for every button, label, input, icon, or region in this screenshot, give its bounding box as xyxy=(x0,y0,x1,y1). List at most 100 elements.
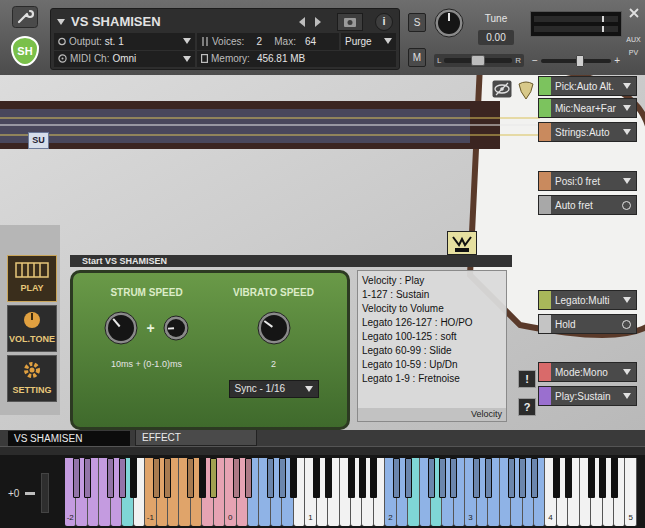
info-button[interactable]: i xyxy=(375,13,393,31)
piano-key[interactable] xyxy=(473,458,480,498)
help-button[interactable]: ! xyxy=(518,370,536,388)
piano-key[interactable] xyxy=(348,458,355,498)
piano-key[interactable] xyxy=(370,458,377,498)
piano-key[interactable] xyxy=(164,458,171,498)
strum-knob[interactable] xyxy=(104,311,138,345)
piano-key[interactable] xyxy=(187,458,194,498)
piano-key[interactable] xyxy=(565,458,572,498)
piano-key[interactable] xyxy=(393,458,400,498)
sync-dropdown[interactable]: Sync - 1/16 xyxy=(229,380,319,398)
piano-key[interactable] xyxy=(267,458,274,498)
dropdown-arrow-icon[interactable] xyxy=(183,38,191,44)
piano-key[interactable] xyxy=(279,458,286,498)
piano-key[interactable] xyxy=(611,458,618,498)
toggle-button[interactable]: Auto fret xyxy=(538,195,637,215)
piano-key[interactable] xyxy=(588,458,595,498)
strum-knobs: + xyxy=(104,310,188,346)
volume-thumb[interactable] xyxy=(576,55,584,67)
piano-key[interactable] xyxy=(428,458,435,498)
dropdown-arrow-icon[interactable] xyxy=(384,38,392,44)
pick-icon xyxy=(516,80,536,100)
midi-channel-field[interactable]: MIDI Ch:Omni xyxy=(54,51,195,67)
piano-key[interactable] xyxy=(485,458,492,498)
meter-peak xyxy=(602,26,604,32)
piano-key[interactable] xyxy=(245,458,252,498)
piano-key[interactable] xyxy=(73,458,80,498)
piano-key[interactable] xyxy=(199,458,206,498)
toggle-button[interactable]: Hold xyxy=(538,314,637,334)
piano-key[interactable] xyxy=(107,458,114,498)
volume-slider[interactable]: −+ xyxy=(530,55,622,67)
dropdown-button[interactable]: Play:Sustain xyxy=(538,386,637,406)
info-line: Legato 1-9 : Fretnoise xyxy=(362,372,502,386)
purge-menu[interactable]: Purge xyxy=(341,33,396,49)
transpose-value[interactable]: +0 xyxy=(8,486,19,501)
panel-tab[interactable]: SETTING xyxy=(7,355,57,402)
dropdown-button[interactable]: Legato:Multi xyxy=(538,290,637,310)
tune-value[interactable]: 0.00 xyxy=(478,30,513,45)
su-badge: SU xyxy=(28,132,49,149)
mod-wheel[interactable] xyxy=(41,473,49,513)
snapshot-camera-icon[interactable] xyxy=(337,13,363,31)
dropdown-button[interactable]: Pick:Auto Alt. xyxy=(538,76,637,96)
pan-slider[interactable]: LR xyxy=(434,54,524,67)
prev-next-icon[interactable] xyxy=(299,17,321,27)
help-button[interactable]: ? xyxy=(518,398,536,416)
close-icon[interactable] xyxy=(629,8,639,18)
bottom-tab-label: EFFECT xyxy=(142,430,181,445)
dropdown-button[interactable]: Mode:Mono xyxy=(538,362,637,382)
piano-key[interactable] xyxy=(233,458,240,498)
piano-key[interactable] xyxy=(130,458,137,498)
pan-thumb[interactable] xyxy=(471,55,485,66)
tune-label: Tune xyxy=(485,11,507,26)
effect-pedal: STRUM SPEED+10ms + (0-1.0)msVIBRATO SPEE… xyxy=(70,270,350,430)
piano-key[interactable] xyxy=(84,458,91,498)
aux-button[interactable]: AUX xyxy=(626,36,640,43)
piano-key[interactable] xyxy=(439,458,446,498)
piano-key[interactable] xyxy=(119,458,126,498)
piano-key[interactable] xyxy=(313,458,320,498)
piano-key[interactable] xyxy=(290,458,297,498)
bottom-tab[interactable]: VS SHAMISEN xyxy=(8,431,130,446)
piano-key[interactable] xyxy=(405,458,412,498)
control-label: Pick:Auto Alt. xyxy=(551,79,623,94)
midi-row: MIDI Ch:OmniMemory:456.81 MB xyxy=(54,51,396,67)
output-row: Output:st. 1Voices:2Max:64Purge xyxy=(54,33,396,49)
pv-button[interactable]: PV xyxy=(629,49,638,56)
bottom-tab[interactable]: EFFECT xyxy=(135,429,257,446)
piano-key[interactable] xyxy=(359,458,366,498)
pitch-bend-wheel[interactable] xyxy=(25,492,35,495)
piano-key[interactable] xyxy=(210,458,217,498)
octave-label: -2 xyxy=(65,512,75,524)
piano-key[interactable] xyxy=(450,458,457,498)
piano-key[interactable] xyxy=(553,458,560,498)
piano-key[interactable]: 5 xyxy=(625,458,636,526)
hide-eye-icon[interactable] xyxy=(492,80,512,100)
info-line: 1-127 : Sustain xyxy=(362,288,502,302)
wrench-icon[interactable] xyxy=(12,6,38,28)
panel-tab[interactable]: VOL.TONE xyxy=(7,305,57,352)
max-value[interactable]: 64 xyxy=(305,34,316,49)
solo-button[interactable]: S xyxy=(408,13,426,32)
logo-column: SH xyxy=(0,0,50,75)
panel-tab[interactable]: PLAY xyxy=(7,255,57,302)
menu-arrow-icon[interactable] xyxy=(57,19,65,25)
output-field[interactable]: Output:st. 1 xyxy=(54,33,195,49)
dropdown-button[interactable]: Strings:Auto xyxy=(538,122,637,142)
output-value: st. 1 xyxy=(105,34,180,49)
dropdown-arrow-icon[interactable] xyxy=(183,56,191,62)
piano-key[interactable] xyxy=(153,458,160,498)
strum-fine-knob[interactable] xyxy=(163,315,189,341)
bottom-tab-label: VS SHAMISEN xyxy=(14,431,82,446)
piano-key[interactable] xyxy=(519,458,526,498)
piano-key[interactable] xyxy=(508,458,515,498)
tune-knob[interactable] xyxy=(434,8,464,38)
dropdown-button[interactable]: Mic:Near+Far xyxy=(538,98,637,118)
piano-key[interactable] xyxy=(599,458,606,498)
mute-button[interactable]: M xyxy=(408,48,426,67)
piano-key[interactable] xyxy=(531,458,538,498)
dropdown-button[interactable]: Posi:0 fret xyxy=(538,171,637,191)
plus-sign: + xyxy=(146,318,154,339)
vibrato-knob[interactable] xyxy=(257,311,291,345)
piano-key[interactable] xyxy=(325,458,332,498)
